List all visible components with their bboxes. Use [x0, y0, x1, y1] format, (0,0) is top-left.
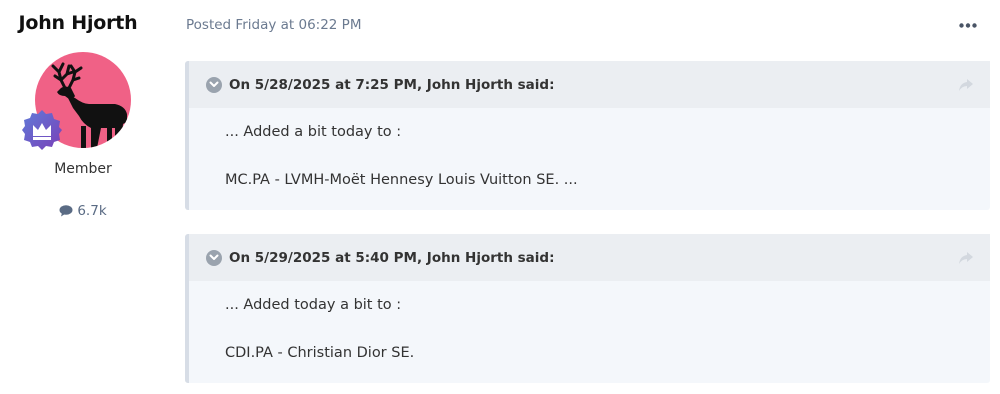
go-to-post-icon[interactable] — [958, 250, 974, 264]
quote-block: On 5/29/2025 at 5:40 PM, John Hjorth sai… — [185, 234, 990, 383]
quote-header: On 5/28/2025 at 7:25 PM, John Hjorth sai… — [189, 61, 990, 108]
author-name[interactable]: John Hjorth — [0, 12, 156, 34]
author-panel: John Hjorth Member 6.7k — [0, 0, 166, 394]
quote-block: On 5/28/2025 at 7:25 PM, John Hjorth sai… — [185, 61, 990, 210]
speech-bubble-icon — [59, 205, 73, 217]
post-count: 6.7k — [0, 203, 166, 219]
member-title: Member — [54, 161, 112, 177]
quote-text-line: CDI.PA - Christian Dior SE. — [225, 345, 415, 361]
ellipsis-icon — [959, 22, 977, 28]
quote-header: On 5/29/2025 at 5:40 PM, John Hjorth sai… — [189, 234, 990, 281]
quote-citation: On 5/28/2025 at 7:25 PM, John Hjorth sai… — [229, 76, 555, 93]
go-to-post-icon[interactable] — [958, 77, 974, 91]
collapse-toggle-icon[interactable] — [206, 249, 222, 266]
quote-text-line: ... Added a bit today to : — [225, 124, 402, 140]
crown-rank-badge-icon — [21, 109, 63, 151]
post-options-button[interactable] — [955, 14, 981, 36]
quote-text-line: ... Added today a bit to : — [225, 297, 402, 313]
post-count-value: 6.7k — [77, 203, 107, 219]
quote-text-line: MC.PA - LVMH-Moët Hennesy Louis Vuitton … — [225, 172, 578, 188]
post-timestamp[interactable]: Posted Friday at 06:22 PM — [186, 17, 361, 33]
quote-citation: On 5/29/2025 at 5:40 PM, John Hjorth sai… — [229, 249, 555, 266]
collapse-toggle-icon[interactable] — [206, 76, 222, 93]
